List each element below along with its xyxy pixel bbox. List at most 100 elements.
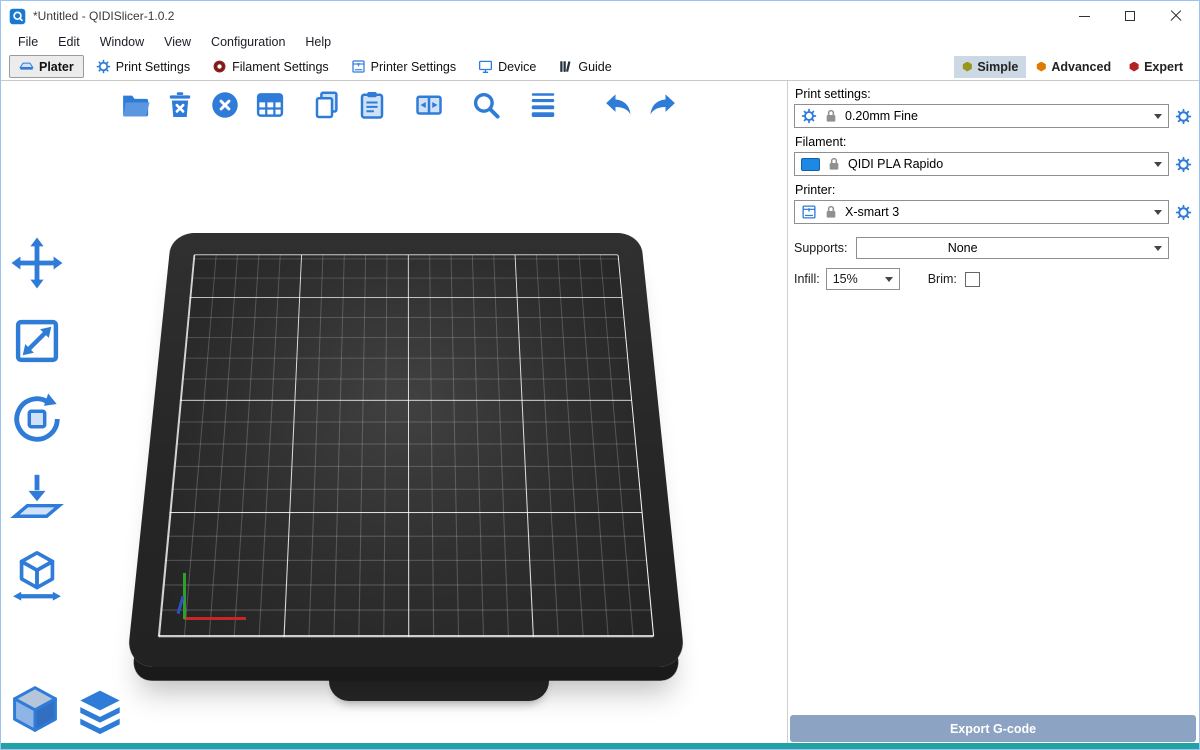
filament-gear-button[interactable]: [1173, 154, 1193, 174]
tab-device[interactable]: Device: [468, 55, 546, 78]
cube-3d-icon: [9, 683, 61, 735]
tab-guide[interactable]: Guide: [548, 55, 621, 78]
filament-spool-icon: [212, 59, 227, 74]
mode-expert-label: Expert: [1144, 60, 1183, 74]
printer-label: Printer:: [795, 183, 1193, 197]
filament-combo[interactable]: QIDI PLA Rapido: [794, 152, 1169, 176]
move-button[interactable]: [7, 233, 67, 293]
tab-print-settings[interactable]: Print Settings: [86, 55, 200, 78]
mode-expert-icon: [1129, 62, 1139, 72]
plater-icon: [19, 59, 34, 74]
chevron-down-icon: [1154, 210, 1162, 215]
measure-button[interactable]: [7, 545, 67, 605]
gear-icon: [1175, 204, 1192, 221]
menu-view[interactable]: View: [154, 33, 201, 51]
print-settings-gear-button[interactable]: [1173, 106, 1193, 126]
monitor-icon: [478, 59, 493, 74]
tab-printer-settings[interactable]: Printer Settings: [341, 55, 466, 78]
mode-simple-label: Simple: [977, 60, 1018, 74]
mode-simple[interactable]: Simple: [954, 56, 1026, 78]
gear-icon: [801, 108, 817, 124]
menu-file[interactable]: File: [8, 33, 48, 51]
mode-advanced-label: Advanced: [1051, 60, 1111, 74]
viewport-3d[interactable]: [1, 81, 787, 743]
delete-all-button[interactable]: [207, 87, 243, 123]
open-folder-button[interactable]: [117, 87, 153, 123]
print-settings-combo[interactable]: 0.20mm Fine: [794, 104, 1169, 128]
menubar: File Edit Window View Configuration Help: [1, 31, 1199, 53]
paste-button[interactable]: [354, 87, 390, 123]
undo-button[interactable]: [600, 87, 636, 123]
delete-icon: [165, 90, 195, 120]
gear-icon: [96, 59, 111, 74]
rotate-icon: [10, 392, 64, 446]
lock-icon: [823, 204, 839, 220]
copy-button[interactable]: [309, 87, 345, 123]
export-gcode-button[interactable]: Export G-code: [790, 715, 1196, 742]
print-bed: [151, 206, 661, 656]
measure-icon: [10, 548, 64, 602]
printer-gear-button[interactable]: [1173, 202, 1193, 222]
delete-button[interactable]: [162, 87, 198, 123]
variable-layer-height-button[interactable]: [525, 87, 561, 123]
plater-toolbar: [117, 87, 681, 123]
variable-layer-height-icon: [528, 90, 558, 120]
layers-stack-icon: [77, 689, 123, 735]
printer-value: X-smart 3: [845, 205, 899, 219]
mode-advanced-icon: [1036, 62, 1046, 72]
tab-plater[interactable]: Plater: [9, 55, 84, 78]
window-title: *Untitled - QIDISlicer-1.0.2: [33, 9, 174, 23]
lock-icon: [826, 156, 842, 172]
preview-view-button[interactable]: [77, 689, 123, 735]
tab-guide-label: Guide: [578, 60, 611, 74]
menu-edit[interactable]: Edit: [48, 33, 90, 51]
search-icon: [471, 90, 501, 120]
view-toggles: [9, 683, 123, 735]
split-button[interactable]: [411, 87, 447, 123]
search-button[interactable]: [468, 87, 504, 123]
menu-window[interactable]: Window: [90, 33, 154, 51]
qidislicer-window: *Untitled - QIDISlicer-1.0.2 File Edit W…: [0, 0, 1200, 750]
infill-label: Infill:: [794, 272, 820, 286]
book-icon: [558, 59, 573, 74]
scale-icon: [10, 314, 64, 368]
rotate-button[interactable]: [7, 389, 67, 449]
menu-help[interactable]: Help: [295, 33, 341, 51]
brim-checkbox[interactable]: [965, 272, 980, 287]
open-folder-icon: [120, 90, 150, 120]
menu-configuration[interactable]: Configuration: [201, 33, 295, 51]
undo-icon: [603, 90, 633, 120]
gear-icon: [1175, 108, 1192, 125]
maximize-button[interactable]: [1107, 1, 1153, 31]
tab-printer-settings-label: Printer Settings: [371, 60, 456, 74]
infill-value: 15%: [833, 272, 858, 286]
place-on-face-button[interactable]: [7, 467, 67, 527]
copy-icon: [312, 90, 342, 120]
printer-icon: [351, 59, 366, 74]
move-icon: [10, 236, 64, 290]
close-button[interactable]: [1153, 1, 1199, 31]
brim-label: Brim:: [928, 272, 957, 286]
minimize-button[interactable]: [1061, 1, 1107, 31]
filament-color-swatch: [801, 158, 820, 171]
print-settings-label: Print settings:: [795, 87, 1193, 101]
gizmo-toolbar: [7, 233, 67, 605]
delete-all-icon: [210, 90, 240, 120]
redo-button[interactable]: [645, 87, 681, 123]
app-logo-icon: [9, 8, 26, 25]
mode-advanced[interactable]: Advanced: [1028, 56, 1119, 78]
supports-combo[interactable]: None: [856, 237, 1169, 259]
tab-filament-settings[interactable]: Filament Settings: [202, 55, 339, 78]
editor-view-button[interactable]: [9, 683, 61, 735]
printer-combo[interactable]: X-smart 3: [794, 200, 1169, 224]
print-bed-plate: [126, 233, 685, 667]
redo-icon: [648, 90, 678, 120]
chevron-down-icon: [1154, 114, 1162, 119]
mode-expert[interactable]: Expert: [1121, 56, 1191, 78]
scale-button[interactable]: [7, 311, 67, 371]
place-on-face-icon: [10, 470, 64, 524]
infill-combo[interactable]: 15%: [826, 268, 900, 290]
filament-label: Filament:: [795, 135, 1193, 149]
arrange-button[interactable]: [252, 87, 288, 123]
filament-value: QIDI PLA Rapido: [848, 157, 943, 171]
